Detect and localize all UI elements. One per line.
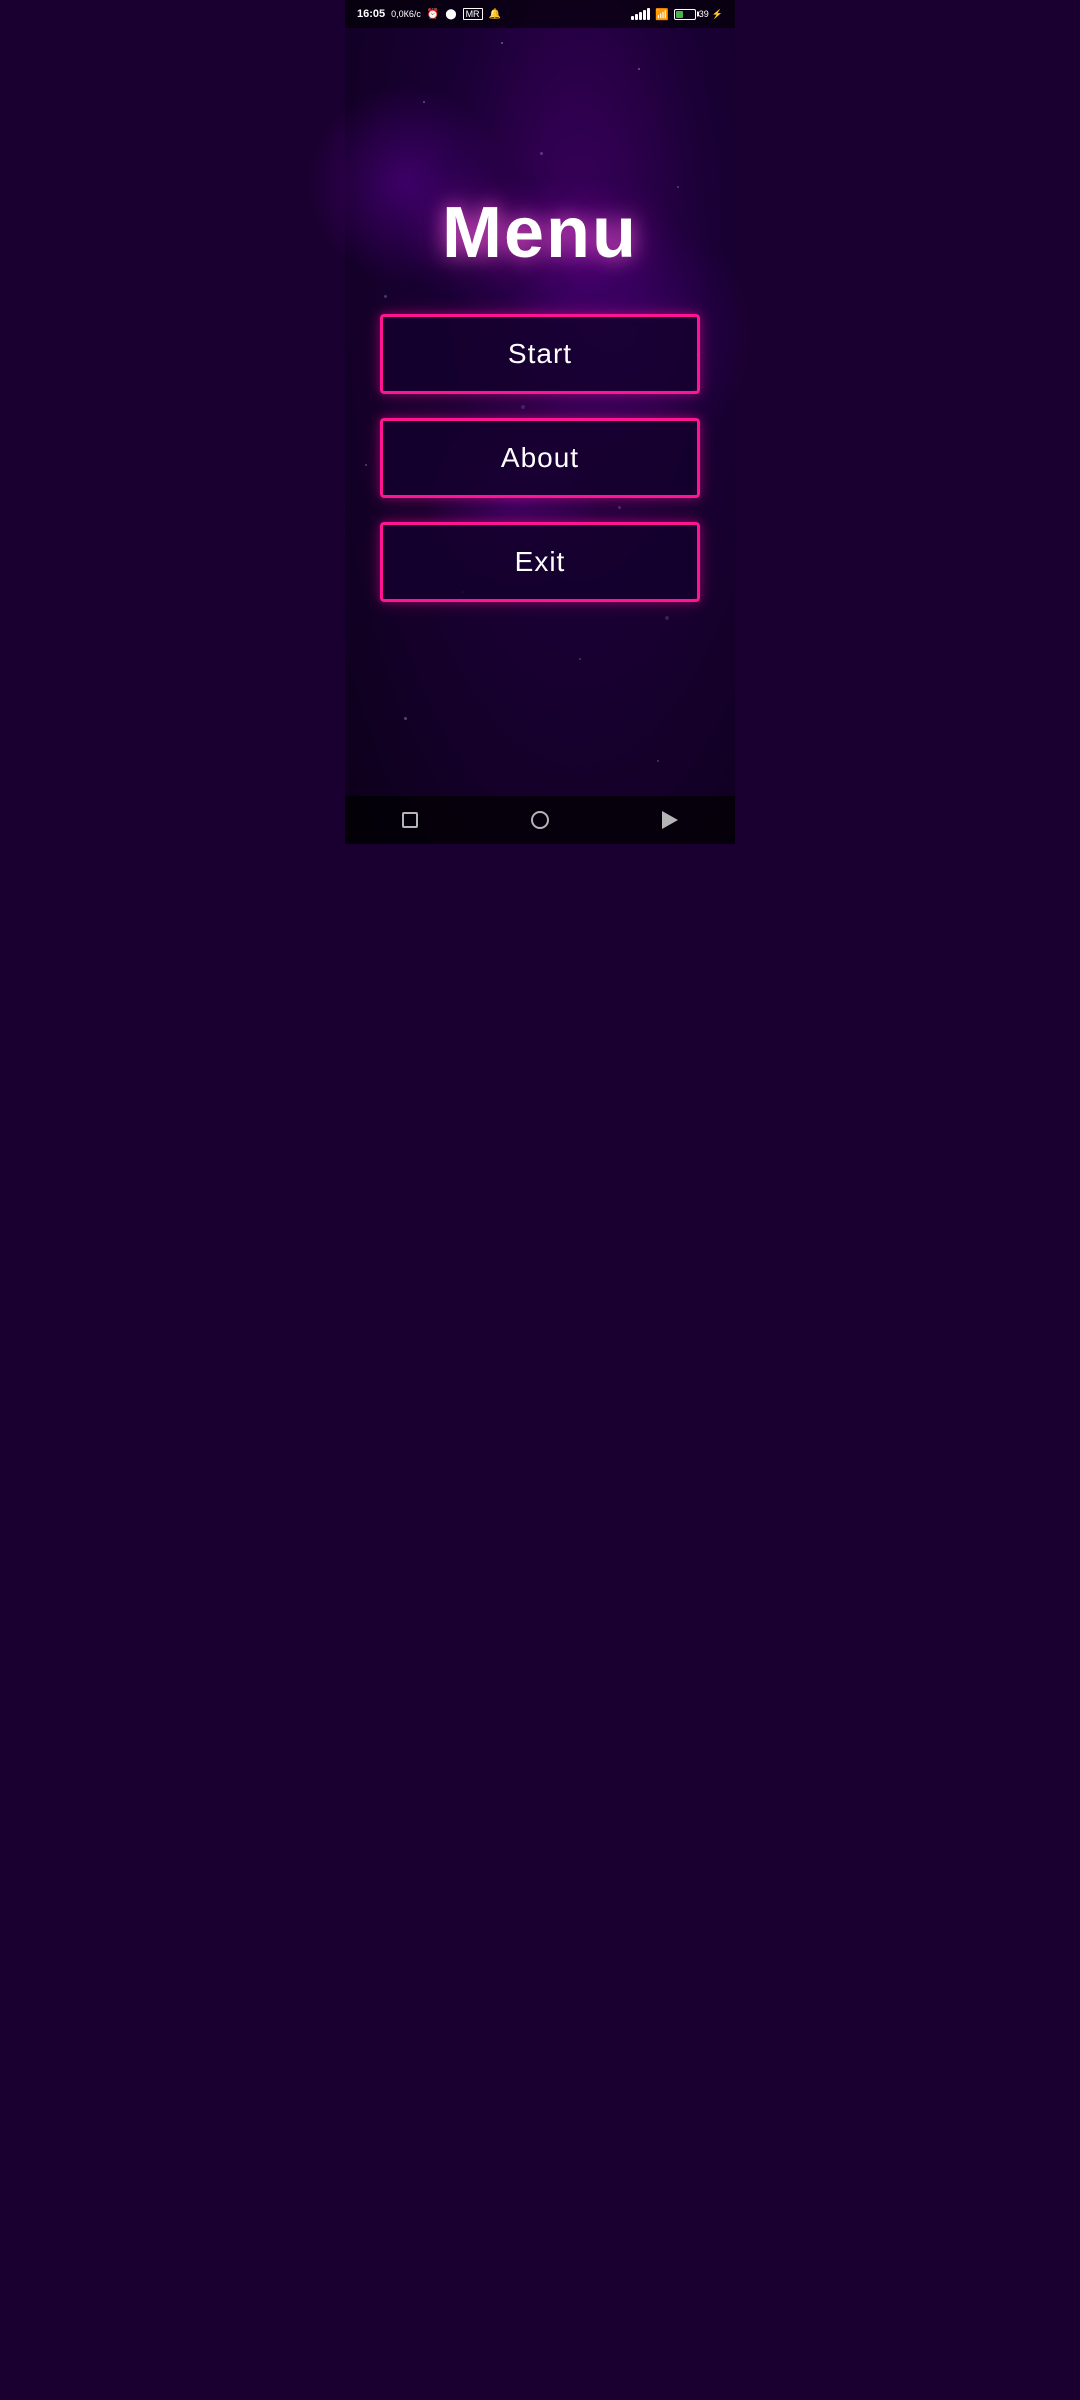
status-bar: 16:05 0,0К6/с ⏰ ⬤ MR 🔔 📶 39 ⚡ [345, 0, 735, 28]
battery-icon [674, 9, 696, 20]
media-icon: MR [463, 8, 483, 20]
status-right: 📶 39 ⚡ [631, 8, 723, 21]
nav-recents-icon [402, 812, 418, 828]
status-time: 16:05 [357, 8, 385, 20]
battery-indicator: 39 ⚡ [674, 9, 723, 20]
start-button[interactable]: Start [380, 314, 700, 394]
alarm-icon: ⏰ [427, 9, 439, 20]
status-data-speed: 0,0К6/с [391, 9, 421, 19]
start-button-label: Start [508, 338, 572, 370]
battery-percent: 39 [699, 9, 709, 19]
about-button[interactable]: About [380, 418, 700, 498]
navigation-bar [345, 796, 735, 844]
main-screen: 16:05 0,0К6/с ⏰ ⬤ MR 🔔 📶 39 ⚡ [345, 0, 735, 844]
nav-back-icon [662, 811, 678, 829]
menu-title: Menu [442, 192, 638, 274]
charging-icon: ⚡ [712, 9, 723, 20]
vpn-icon: ⬤ [445, 9, 456, 20]
signal-icon [631, 8, 650, 20]
about-button-label: About [501, 442, 579, 474]
wifi-icon: 📶 [655, 8, 669, 21]
status-left: 16:05 0,0К6/с ⏰ ⬤ MR 🔔 [357, 8, 501, 20]
main-content: Menu Start About Exit [345, 28, 735, 796]
nav-home-button[interactable] [520, 800, 560, 840]
nav-recents-button[interactable] [390, 800, 430, 840]
notification-icon: 🔔 [489, 9, 501, 20]
nav-back-button[interactable] [650, 800, 690, 840]
nav-home-icon [531, 811, 549, 829]
exit-button[interactable]: Exit [380, 522, 700, 602]
exit-button-label: Exit [515, 546, 566, 578]
buttons-container: Start About Exit [380, 314, 700, 602]
